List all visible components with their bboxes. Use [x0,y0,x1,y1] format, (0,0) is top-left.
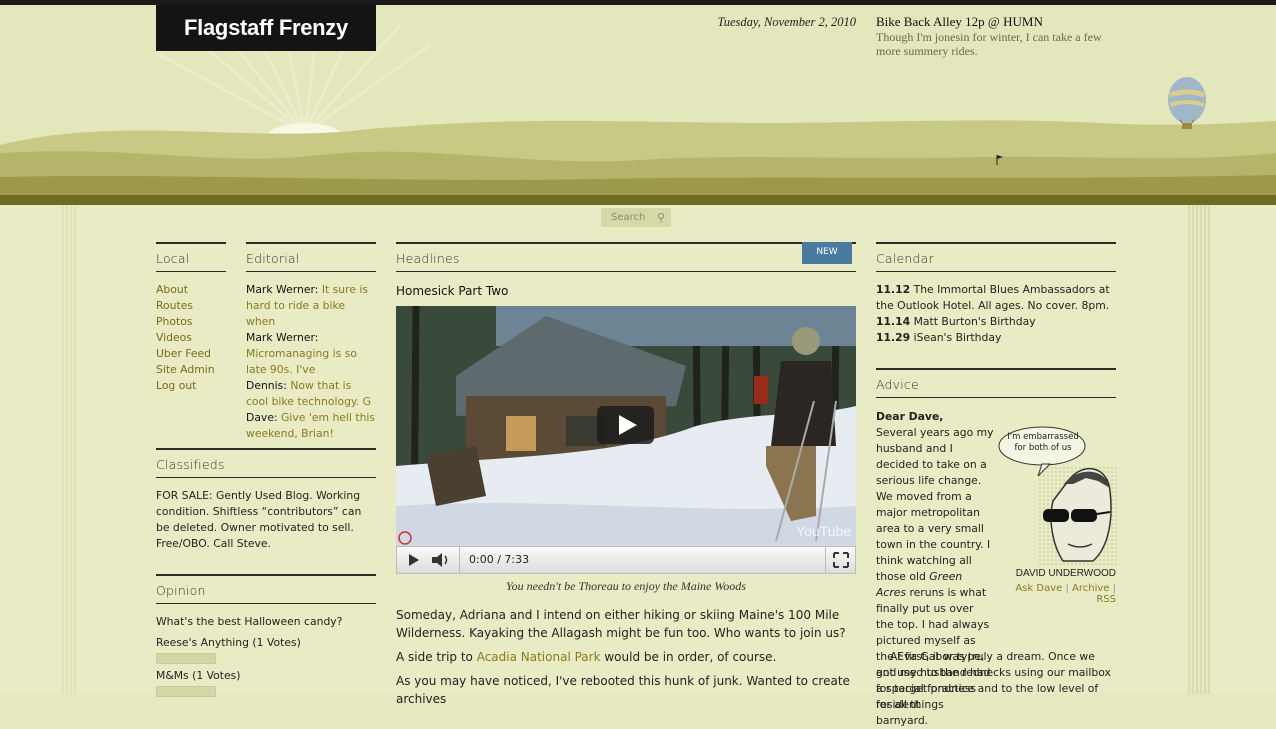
video-caption: You needn't be Thoreau to enjoy the Main… [506,579,746,593]
hot-air-balloon-icon [1168,77,1206,129]
youtube-watermark: YouTube [796,523,851,539]
editorial-author: Dave: [246,411,278,424]
advice-title: Advice [876,368,1116,398]
local-link-routes[interactable]: Routes [156,298,226,314]
letter-part: Several years ago my husband and I decid… [876,426,994,583]
editorial-author: Mark Werner: [246,331,319,344]
local-links: About Routes Photos Videos Uber Feed Sit… [156,282,226,394]
editorial-title: Editorial [246,242,376,272]
video-time: 0:00 / 7:33 [469,553,530,566]
editorial-excerpt[interactable]: Micromanaging is so late 90s. I've [246,347,357,376]
poll-question: What's the best Halloween candy? [156,615,343,628]
local-section: Local About Routes Photos Videos Uber Fe… [156,242,226,394]
classifieds-section: Classifieds FOR SALE: Gently Used Blog. … [156,448,376,552]
poll-option-label[interactable]: M&Ms (1 Votes) [156,668,376,684]
video-controls: 0:00 / 7:33 [396,546,856,574]
calendar-event[interactable]: 11.12 The Immortal Blues Ambassadors at … [876,282,1116,314]
article-text: would be in order, of course. [600,650,777,664]
local-link-photos[interactable]: Photos [156,314,226,330]
tweet-body: Though I'm jonesin for winter, I can tak… [876,30,1102,58]
calendar-event[interactable]: 11.29 iSean's Birthday [876,330,1116,346]
article-paragraph: As you may have noticed, I've rebooted t… [396,674,850,706]
search-key-icon[interactable]: ⚲ [657,208,665,227]
play-icon[interactable] [401,550,425,570]
post-title[interactable]: Homesick Part Two [396,284,856,298]
event-text: The Immortal Blues Ambassadors at the Ou… [876,283,1110,312]
site-logo[interactable]: Flagstaff Frenzy [156,5,376,51]
headlines-section: Headlines NEW Homesick Part Two [396,242,856,298]
event-text: Matt Burton's Birthday [913,315,1036,328]
calendar-section: Calendar 11.12 The Immortal Blues Ambass… [876,242,1116,346]
tweet-title[interactable]: Bike Back Alley 12p @ HUMN [876,14,1126,30]
controls-divider [825,547,826,573]
editorial-entry[interactable]: Dennis: Now that is cool bike technology… [246,378,376,410]
opinion-section: Opinion What's the best Halloween candy?… [156,574,376,701]
classifieds-title: Classifieds [156,448,376,478]
advice-section: Advice [876,368,1116,398]
article-paragraph: Someday, Adriana and I intend on either … [396,608,846,640]
calendar-title: Calendar [876,242,1116,272]
editorial-section: Editorial Mark Werner: It sure is hard t… [246,242,376,442]
calendar-list: 11.12 The Immortal Blues Ambassadors at … [876,282,1116,346]
article-paragraph: A side trip to Acadia National Park woul… [396,648,856,666]
headlines-title: Headlines [396,242,856,272]
local-link-site-admin[interactable]: Site Admin [156,362,226,378]
editorial-author: Mark Werner: [246,283,319,296]
video-frame: YouTube [396,306,856,546]
volume-icon[interactable] [429,550,455,570]
classifieds-label: FOR SALE [156,489,209,502]
poll-option-bar [156,653,216,664]
controls-divider [459,547,460,573]
editorial-entry[interactable]: Dave: Give 'em hell this weekend, Brian! [246,410,376,442]
poll-option-bar [156,686,216,697]
header-banner: Flagstaff Frenzy Tuesday, November 2, 20… [0,5,1276,205]
opinion-title: Opinion [156,574,376,604]
event-date: 11.14 [876,315,911,328]
local-link-log-out[interactable]: Log out [156,378,226,394]
local-link-about[interactable]: About [156,282,226,298]
left-rail [62,205,76,694]
event-date: 11.12 [876,283,911,296]
event-text: iSean's Birthday [913,331,1002,344]
search-input[interactable]: Search ⚲ [601,208,671,227]
article-text: A side trip to [396,650,477,664]
video-player[interactable]: YouTube [396,306,856,546]
editorial-list: Mark Werner: It sure is hard to ride a b… [246,282,376,442]
acadia-link[interactable]: Acadia National Park [477,650,601,664]
event-date: 11.29 [876,331,911,344]
editorial-entry[interactable]: Mark Werner: It sure is hard to ride a b… [246,282,376,330]
advice-letter-continued: At first, it was truly a dream. Once we … [876,650,1111,711]
classifieds-ad: FOR SALE: Gently Used Blog. Working cond… [156,488,376,552]
calendar-event[interactable]: 11.14 Matt Burton's Birthday [876,314,1116,330]
local-link-videos[interactable]: Videos [156,330,226,346]
fullscreen-icon[interactable] [831,550,851,570]
advice-salutation: Dear Dave, [876,410,944,423]
right-rail [1188,205,1210,694]
search-placeholder: Search [611,212,646,223]
latest-tweet: Bike Back Alley 12p @ HUMN Though I'm jo… [876,14,1126,58]
header-date: Tuesday, November 2, 2010 [717,15,856,29]
poll-option-label[interactable]: Reese's Anything (1 Votes) [156,635,376,651]
new-badge: NEW [802,242,852,264]
editorial-author: Dennis: [246,379,287,392]
local-link-uber-feed[interactable]: Uber Feed [156,346,226,362]
local-title: Local [156,242,226,272]
editorial-entry[interactable]: Mark Werner: Micromanaging is so late 90… [246,330,376,378]
